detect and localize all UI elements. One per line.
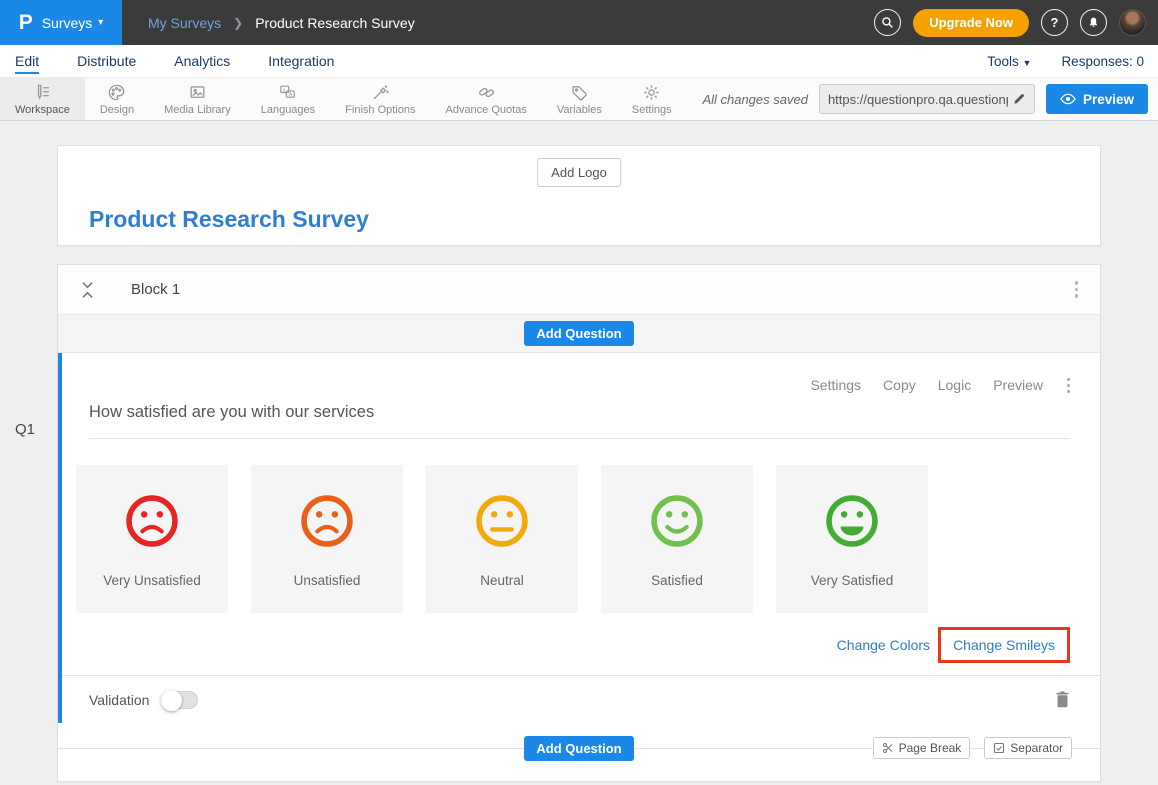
tab-analytics[interactable]: Analytics <box>174 53 230 69</box>
checkbox-checked-icon <box>993 742 1005 754</box>
question-text[interactable]: How satisfied are you with our services <box>89 403 1070 439</box>
add-question-strip-top: Add Question <box>58 315 1100 353</box>
workspace-icon <box>33 83 52 102</box>
editor-toolbar: Workspace Design Media Library xA Langua… <box>0 77 1158 121</box>
breadcrumb-my-surveys[interactable]: My Surveys <box>148 15 221 31</box>
gear-icon <box>642 83 661 102</box>
smiley-unsatisfied-icon <box>298 492 356 555</box>
change-colors-link[interactable]: Change Colors <box>837 637 930 653</box>
delete-question-trash-icon[interactable] <box>1055 691 1070 708</box>
toolbar-item-workspace[interactable]: Workspace <box>0 78 85 120</box>
validation-toggle[interactable] <box>161 691 198 709</box>
breadcrumb-current-survey: Product Research Survey <box>255 15 415 31</box>
palette-icon <box>107 83 126 102</box>
question-logic-link[interactable]: Logic <box>938 377 971 393</box>
toolbar-item-finish-options[interactable]: Finish Options <box>330 78 430 120</box>
survey-url-field[interactable] <box>819 84 1035 114</box>
bell-icon <box>1087 16 1100 29</box>
toolbar-item-variables[interactable]: Variables <box>542 78 617 120</box>
eye-icon <box>1060 93 1076 105</box>
survey-editor-canvas: Add Logo Product Research Survey Q1 Bloc… <box>0 121 1158 782</box>
block-footer-strip: Add Question Page Break Separator <box>58 723 1100 773</box>
smiley-very-unsatisfied-icon <box>123 492 181 555</box>
smiley-neutral-icon <box>473 492 531 555</box>
survey-header-card: Add Logo Product Research Survey <box>57 145 1101 246</box>
question-settings-link[interactable]: Settings <box>810 377 861 393</box>
smiley-very-satisfied-icon <box>823 492 881 555</box>
section-tabs: Edit Distribute Analytics Integration To… <box>0 45 1158 77</box>
search-icon <box>881 16 894 29</box>
topbar-actions: Upgrade Now ? <box>874 9 1146 37</box>
tab-distribute[interactable]: Distribute <box>77 53 136 69</box>
breadcrumb-separator-icon: ❯ <box>233 16 243 30</box>
annotation-highlight-box: Change Smileys <box>938 627 1070 663</box>
toolbar-item-languages[interactable]: xA Languages <box>246 78 330 120</box>
question-number-label: Q1 <box>15 421 35 438</box>
tools-menu[interactable]: Tools ▼ <box>987 54 1031 69</box>
notifications-button[interactable] <box>1080 9 1107 36</box>
question-q1: Settings Copy Logic Preview How satisfie… <box>58 353 1100 723</box>
question-preview-link[interactable]: Preview <box>993 377 1043 393</box>
option-unsatisfied[interactable]: Unsatisfied <box>251 465 403 613</box>
top-navbar: P Surveys ▾ My Surveys ❯ Product Researc… <box>0 0 1158 45</box>
toolbar-item-advance-quotas[interactable]: Advance Quotas <box>430 78 541 120</box>
page-break-button[interactable]: Page Break <box>873 737 971 759</box>
add-question-button-bottom[interactable]: Add Question <box>524 736 633 761</box>
option-very-satisfied[interactable]: Very Satisfied <box>776 465 928 613</box>
tab-integration[interactable]: Integration <box>268 53 334 69</box>
chain-links-icon <box>477 83 496 102</box>
responses-count[interactable]: Responses: 0 <box>1061 54 1144 69</box>
search-button[interactable] <box>874 9 901 36</box>
product-menu-label: Surveys <box>42 15 93 31</box>
option-very-unsatisfied[interactable]: Very Unsatisfied <box>76 465 228 613</box>
add-question-button-top[interactable]: Add Question <box>524 321 633 346</box>
block-menu-kebab-icon[interactable] <box>1075 281 1079 298</box>
question-menu-kebab-icon[interactable] <box>1067 378 1070 393</box>
change-smileys-link[interactable]: Change Smileys <box>953 637 1055 653</box>
magic-wand-icon <box>371 83 390 102</box>
question-mark-icon: ? <box>1051 15 1059 30</box>
survey-url-input[interactable] <box>828 92 1008 107</box>
questionpro-logo: P <box>19 12 33 33</box>
product-switcher[interactable]: P Surveys ▾ <box>0 0 122 45</box>
toolbar-item-settings[interactable]: Settings <box>617 78 687 120</box>
block-title[interactable]: Block 1 <box>131 281 180 298</box>
svg-text:x: x <box>283 87 286 93</box>
breadcrumb: My Surveys ❯ Product Research Survey <box>148 15 415 31</box>
user-avatar[interactable] <box>1119 9 1146 36</box>
validation-label: Validation <box>89 692 149 708</box>
preview-button[interactable]: Preview <box>1046 84 1148 114</box>
svg-text:A: A <box>289 92 293 98</box>
upgrade-now-button[interactable]: Upgrade Now <box>913 9 1029 37</box>
option-neutral[interactable]: Neutral <box>426 465 578 613</box>
survey-title[interactable]: Product Research Survey <box>89 206 369 233</box>
collapse-block-icon[interactable] <box>80 280 95 300</box>
smiley-satisfied-icon <box>648 492 706 555</box>
validation-row: Validation <box>62 675 1100 723</box>
tab-edit[interactable]: Edit <box>15 53 39 69</box>
scissors-icon <box>882 742 894 754</box>
tag-icon <box>570 83 589 102</box>
caret-down-icon: ▼ <box>1023 58 1032 68</box>
block-card: Q1 Block 1 Add Question Settings Copy Lo… <box>57 264 1101 782</box>
toolbar-item-media-library[interactable]: Media Library <box>149 78 246 120</box>
block-header: Block 1 <box>58 265 1100 315</box>
edit-pencil-icon[interactable] <box>1012 92 1026 106</box>
option-satisfied[interactable]: Satisfied <box>601 465 753 613</box>
caret-down-icon: ▾ <box>98 17 103 28</box>
question-copy-link[interactable]: Copy <box>883 377 916 393</box>
smiley-options: Very Unsatisfied Unsatisfied Neutral <box>76 465 1100 613</box>
image-icon <box>188 83 207 102</box>
toolbar-item-design[interactable]: Design <box>85 78 149 120</box>
add-logo-button[interactable]: Add Logo <box>537 158 621 187</box>
translate-icon: xA <box>278 83 297 102</box>
separator-button[interactable]: Separator <box>984 737 1072 759</box>
help-button[interactable]: ? <box>1041 9 1068 36</box>
autosave-status: All changes saved <box>702 92 808 107</box>
